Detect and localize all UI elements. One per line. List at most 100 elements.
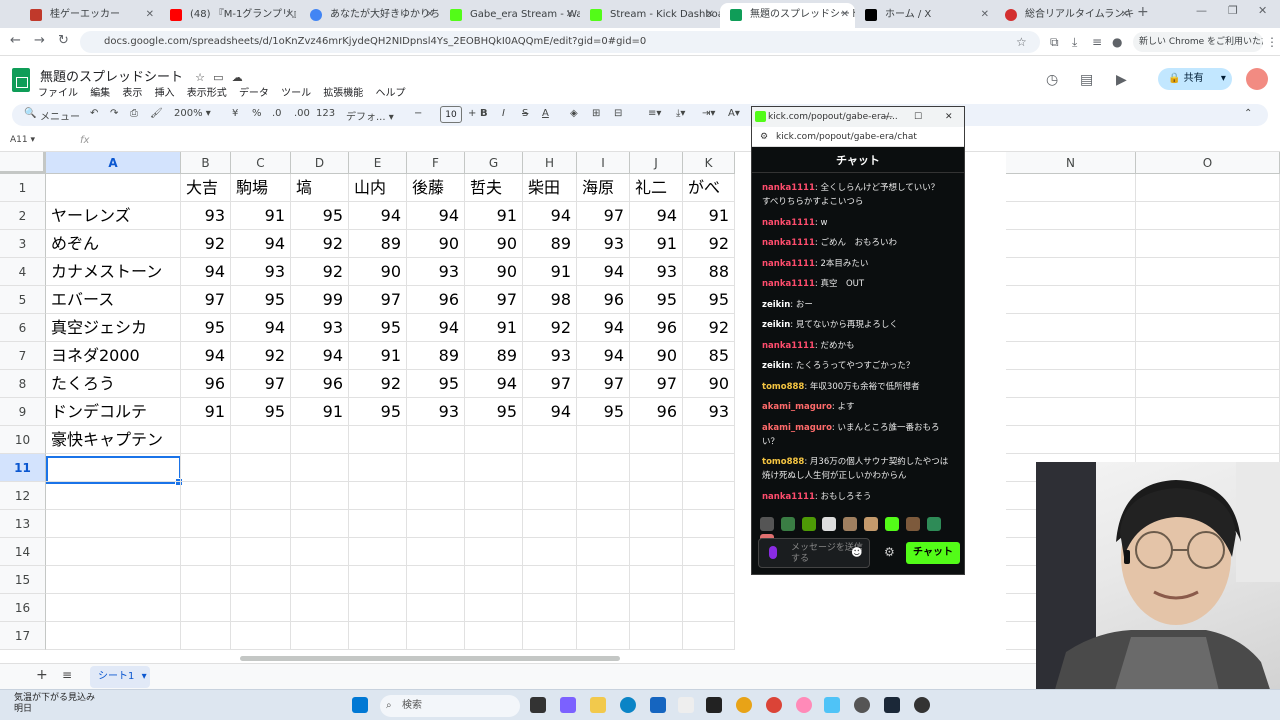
cell[interactable] <box>683 454 735 482</box>
score-cell[interactable]: 94 <box>349 202 407 230</box>
close-icon[interactable]: ✕ <box>1121 3 1129 27</box>
score-cell[interactable]: 97 <box>577 370 630 398</box>
chat-username[interactable]: nanka1111 <box>762 183 815 193</box>
select-all-corner[interactable] <box>0 152 46 174</box>
cell[interactable] <box>577 594 630 622</box>
cell[interactable] <box>181 538 231 566</box>
close-icon[interactable]: ✕ <box>706 3 714 27</box>
increase-decimal-button[interactable]: .00 <box>294 108 310 119</box>
cell[interactable] <box>577 538 630 566</box>
column-header-b[interactable]: B <box>181 152 231 174</box>
score-cell[interactable]: 94 <box>181 342 231 370</box>
chat-username[interactable]: nanka1111 <box>762 259 815 269</box>
align-vertical-icon[interactable]: ⤓▾ <box>676 108 685 119</box>
judge-header-cell[interactable]: 後藤 <box>407 174 465 202</box>
cell[interactable] <box>181 426 231 454</box>
reading-list-icon[interactable]: ≡ <box>1092 35 1102 49</box>
cell[interactable] <box>46 174 181 202</box>
score-cell[interactable]: 95 <box>683 286 735 314</box>
browser-tab[interactable]: Stream - Kick Dashboard ✕ <box>580 3 720 28</box>
chat-username[interactable]: akami_maguro <box>762 423 832 433</box>
cell[interactable] <box>683 510 735 538</box>
site-info-icon[interactable]: ⚙ <box>760 127 768 147</box>
judge-header-cell[interactable]: 塙 <box>291 174 349 202</box>
score-cell[interactable]: 90 <box>465 258 523 286</box>
cell[interactable] <box>465 594 523 622</box>
cell[interactable] <box>231 482 291 510</box>
cell[interactable] <box>683 538 735 566</box>
copilot-icon[interactable] <box>560 697 576 713</box>
emoji-icon[interactable]: ☻ <box>851 547 862 558</box>
cell[interactable] <box>1006 230 1136 258</box>
score-cell[interactable]: 91 <box>231 202 291 230</box>
column-header-n[interactable]: N <box>1006 152 1136 174</box>
score-cell[interactable]: 91 <box>630 230 683 258</box>
move-folder-icon[interactable]: ▭ <box>213 71 223 84</box>
score-cell[interactable]: 95 <box>349 314 407 342</box>
cell[interactable] <box>683 594 735 622</box>
cell[interactable] <box>291 538 349 566</box>
score-cell[interactable]: 91 <box>465 314 523 342</box>
settings-gear-icon[interactable]: ⚙ <box>884 545 895 559</box>
cell[interactable] <box>349 426 407 454</box>
popout-titlebar[interactable]: kick.com/popout/gabe-era/... — ☐ ✕ <box>752 107 964 127</box>
column-header-h[interactable]: H <box>523 152 577 174</box>
cell[interactable] <box>1136 230 1280 258</box>
cell[interactable] <box>465 510 523 538</box>
score-cell[interactable]: 89 <box>465 342 523 370</box>
emote-icon[interactable] <box>884 517 899 531</box>
cell[interactable] <box>291 454 349 482</box>
cell[interactable] <box>465 538 523 566</box>
judge-header-cell[interactable]: 海原 <box>577 174 630 202</box>
score-cell[interactable]: 96 <box>181 370 231 398</box>
profile-icon[interactable]: ● <box>1112 35 1122 49</box>
cell[interactable] <box>630 566 683 594</box>
cell[interactable] <box>465 426 523 454</box>
cell[interactable] <box>1006 174 1136 202</box>
score-cell[interactable]: 95 <box>291 202 349 230</box>
score-cell[interactable]: 96 <box>407 286 465 314</box>
score-cell[interactable]: 94 <box>577 258 630 286</box>
chat-username[interactable]: akami_maguro <box>762 402 832 412</box>
redo-icon[interactable]: ↷ <box>110 108 118 119</box>
judge-header-cell[interactable]: 哲夫 <box>465 174 523 202</box>
chat-username[interactable]: nanka1111 <box>762 341 815 351</box>
judge-header-cell[interactable]: 大吉 <box>181 174 231 202</box>
score-cell[interactable]: 94 <box>407 202 465 230</box>
score-cell[interactable]: 93 <box>407 258 465 286</box>
row-header[interactable]: 7 <box>0 342 46 370</box>
score-cell[interactable]: 94 <box>231 314 291 342</box>
cell[interactable] <box>349 566 407 594</box>
column-header-i[interactable]: I <box>577 152 630 174</box>
align-horizontal-icon[interactable]: ≡▾ <box>648 108 661 119</box>
emote-icon[interactable] <box>905 517 920 531</box>
score-cell[interactable]: 85 <box>683 342 735 370</box>
emote-icon[interactable] <box>843 517 858 531</box>
menu-search[interactable]: メニュー <box>40 108 80 123</box>
menu-file[interactable]: ファイル <box>38 88 78 99</box>
number-format-button[interactable]: 123 <box>316 108 335 119</box>
collapse-toolbar-icon[interactable]: ⌃ <box>1244 108 1252 119</box>
cell[interactable] <box>465 566 523 594</box>
browser-tab[interactable]: 桂ゲーエッカー ✕ <box>20 3 160 28</box>
menu-edit[interactable]: 編集 <box>90 88 110 99</box>
menu-tools[interactable]: ツール <box>281 88 311 99</box>
cell[interactable] <box>1136 174 1280 202</box>
cell[interactable] <box>291 426 349 454</box>
meet-icon[interactable]: ▶ <box>1116 72 1127 88</box>
cell[interactable] <box>1006 314 1136 342</box>
score-cell[interactable]: 96 <box>291 370 349 398</box>
score-cell[interactable]: 93 <box>523 342 577 370</box>
font-select[interactable]: デフォ... ▾ <box>346 108 394 123</box>
cell[interactable] <box>1136 398 1280 426</box>
cell[interactable] <box>1006 370 1136 398</box>
borders-icon[interactable]: ⊞ <box>592 108 600 119</box>
cell[interactable] <box>1136 342 1280 370</box>
score-cell[interactable]: 96 <box>577 286 630 314</box>
chat-username[interactable]: nanka1111 <box>762 218 815 228</box>
cell[interactable] <box>630 426 683 454</box>
mic-icon[interactable] <box>769 546 777 559</box>
contestant-name-cell[interactable]: めぞん <box>46 230 181 258</box>
column-header-f[interactable]: F <box>407 152 465 174</box>
cell[interactable] <box>46 566 181 594</box>
